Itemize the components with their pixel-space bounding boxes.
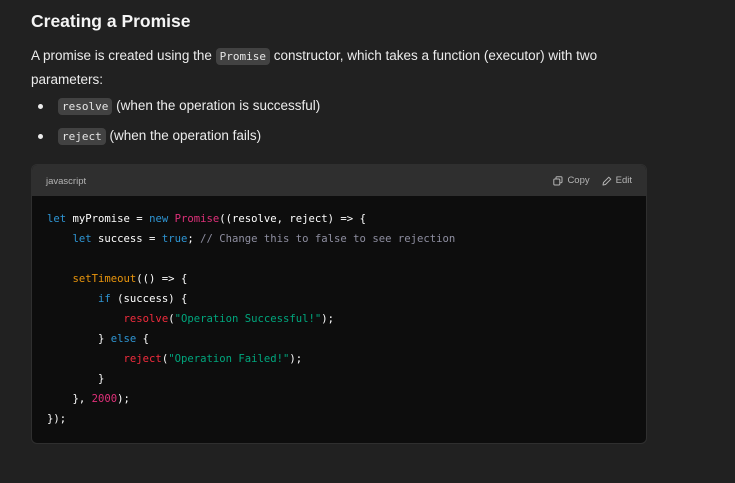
section-heading: Creating a Promise xyxy=(31,11,191,31)
inline-code-resolve: resolve xyxy=(58,98,113,115)
code-block-header: javascript Copy Edit xyxy=(32,165,646,196)
code-line: } else { xyxy=(47,333,150,345)
inline-code-reject: reject xyxy=(58,128,106,145)
code-line: setTimeout(() => { xyxy=(72,273,188,285)
code-line: } xyxy=(47,373,105,385)
code-line: let success = true; // Change this to fa… xyxy=(72,233,456,245)
code-actions: Copy Edit xyxy=(553,175,632,186)
code-content: let myPromise = new Promise((resolve, re… xyxy=(47,209,455,429)
bullet-icon xyxy=(38,104,43,109)
code-line: let myPromise = new Promise((resolve, re… xyxy=(47,213,366,225)
edit-icon xyxy=(602,176,612,186)
copy-label: Copy xyxy=(567,175,590,186)
edit-button[interactable]: Edit xyxy=(602,175,632,186)
code-line: if (success) { xyxy=(98,293,188,305)
bullet-icon xyxy=(38,134,43,139)
list-item: reject (when the operation fails) xyxy=(31,125,631,155)
list-item: resolve (when the operation is successfu… xyxy=(31,95,631,125)
code-line: reject("Operation Failed!"); xyxy=(123,353,303,365)
list-item-text: (when the operation fails) xyxy=(105,128,262,143)
intro-paragraph: A promise is created using the Promise c… xyxy=(31,44,631,91)
code-line: }, 2000); xyxy=(47,393,130,405)
list-item-text: (when the operation is successful) xyxy=(112,98,321,113)
copy-button[interactable]: Copy xyxy=(553,175,590,186)
code-line: }); xyxy=(47,413,67,425)
inline-code-promise: Promise xyxy=(215,48,270,65)
intro-text-before: A promise is created using the xyxy=(31,48,216,63)
code-block: javascript Copy Edit let myPromise = new… xyxy=(31,164,647,444)
copy-icon xyxy=(553,175,563,186)
code-line: resolve("Operation Successful!"); xyxy=(123,313,335,325)
parameter-list: resolve (when the operation is successfu… xyxy=(31,95,631,155)
code-language-label: javascript xyxy=(46,176,87,187)
edit-label: Edit xyxy=(615,175,632,186)
